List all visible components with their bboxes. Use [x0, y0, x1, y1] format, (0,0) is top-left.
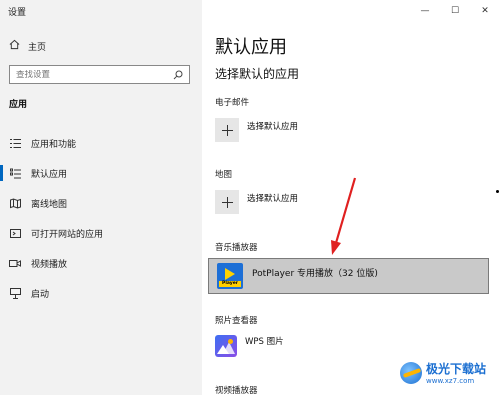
window-title: 设置 — [8, 8, 27, 18]
sidebar-item-label: 可打开网站的应用 — [31, 229, 104, 240]
offline-map-icon — [9, 197, 21, 209]
sidebar-item-apps-features[interactable]: 应用和功能 — [0, 128, 202, 158]
section-title: 应用 — [9, 100, 28, 110]
category-photo-viewer: 照片查看器 — [215, 316, 258, 326]
sidebar-item-label: 启动 — [31, 289, 50, 300]
sidebar-item-web-apps[interactable]: 可打开网站的应用 — [0, 218, 202, 248]
photo-viewer-app-button[interactable]: WPS 图片 — [215, 335, 284, 357]
category-video-player: 视频播放器 — [215, 386, 258, 395]
sidebar-item-label: 离线地图 — [31, 199, 68, 210]
category-maps: 地图 — [215, 170, 233, 180]
web-apps-icon — [9, 227, 21, 239]
video-playback-icon — [9, 257, 21, 269]
maximize-button[interactable]: ☐ — [440, 0, 470, 22]
sidebar-item-label: 视频播放 — [31, 259, 68, 270]
search-icon[interactable] — [173, 70, 183, 80]
sidebar-item-label: 应用和功能 — [31, 139, 77, 150]
choose-email-app-button[interactable]: 选择默认应用 — [215, 118, 298, 142]
choose-maps-app-button[interactable]: 选择默认应用 — [215, 190, 298, 214]
photo-app-label: WPS 图片 — [245, 337, 284, 347]
music-player-app-button[interactable]: Player PotPlayer 专用播放（32 位版) — [208, 258, 489, 294]
wps-image-icon — [215, 335, 237, 357]
sidebar-nav: 应用和功能 默认应用 离线地图 可打开网站的应用 视频播放 启动 — [0, 128, 202, 308]
play-triangle — [225, 268, 235, 280]
email-app-label: 选择默认应用 — [247, 122, 299, 132]
main-panel: — ☐ ✕ 默认应用 选择默认的应用 电子邮件 选择默认应用 地图 选择默认应用… — [202, 0, 500, 395]
minimize-button[interactable]: — — [410, 0, 440, 22]
page-title: 默认应用 — [215, 37, 287, 58]
music-app-label: PotPlayer 专用播放（32 位版) — [252, 268, 378, 279]
watermark-name: 极光下载站 — [426, 362, 487, 376]
maps-app-label: 选择默认应用 — [247, 194, 299, 204]
search-input[interactable] — [16, 69, 173, 80]
page-subtitle: 选择默认的应用 — [215, 67, 300, 81]
sidebar-item-startup[interactable]: 启动 — [0, 278, 202, 308]
aurora-logo-icon — [400, 361, 422, 384]
category-email: 电子邮件 — [215, 98, 250, 108]
sidebar: 设置 主页 应用 应用和功能 默认应用 离线地图 — [0, 0, 202, 395]
home-icon — [9, 39, 20, 53]
home-link[interactable]: 主页 — [9, 39, 46, 53]
maximize-icon: ☐ — [450, 6, 460, 16]
home-label: 主页 — [28, 42, 47, 53]
close-button[interactable]: ✕ — [470, 0, 500, 22]
minimize-icon: — — [420, 6, 430, 16]
potplayer-icon: Player — [217, 263, 243, 289]
watermark: 极光下载站 www.xz7.com — [400, 360, 486, 385]
potplayer-icon-text: Player — [219, 281, 241, 287]
sidebar-item-default-apps[interactable]: 默认应用 — [0, 158, 202, 188]
plus-icon — [215, 190, 239, 214]
apps-list-icon — [9, 137, 21, 149]
window-controls: — ☐ ✕ — [410, 0, 500, 22]
category-music-player: 音乐播放器 — [215, 243, 258, 253]
stray-dot — [496, 190, 499, 193]
search-box[interactable] — [9, 65, 190, 84]
watermark-url: www.xz7.com — [426, 377, 475, 385]
plus-icon — [215, 118, 239, 142]
sidebar-item-offline-maps[interactable]: 离线地图 — [0, 188, 202, 218]
default-apps-icon — [9, 167, 21, 179]
sidebar-item-video-playback[interactable]: 视频播放 — [0, 248, 202, 278]
close-icon: ✕ — [481, 6, 489, 16]
startup-icon — [9, 287, 21, 299]
sidebar-item-label: 默认应用 — [31, 169, 68, 180]
